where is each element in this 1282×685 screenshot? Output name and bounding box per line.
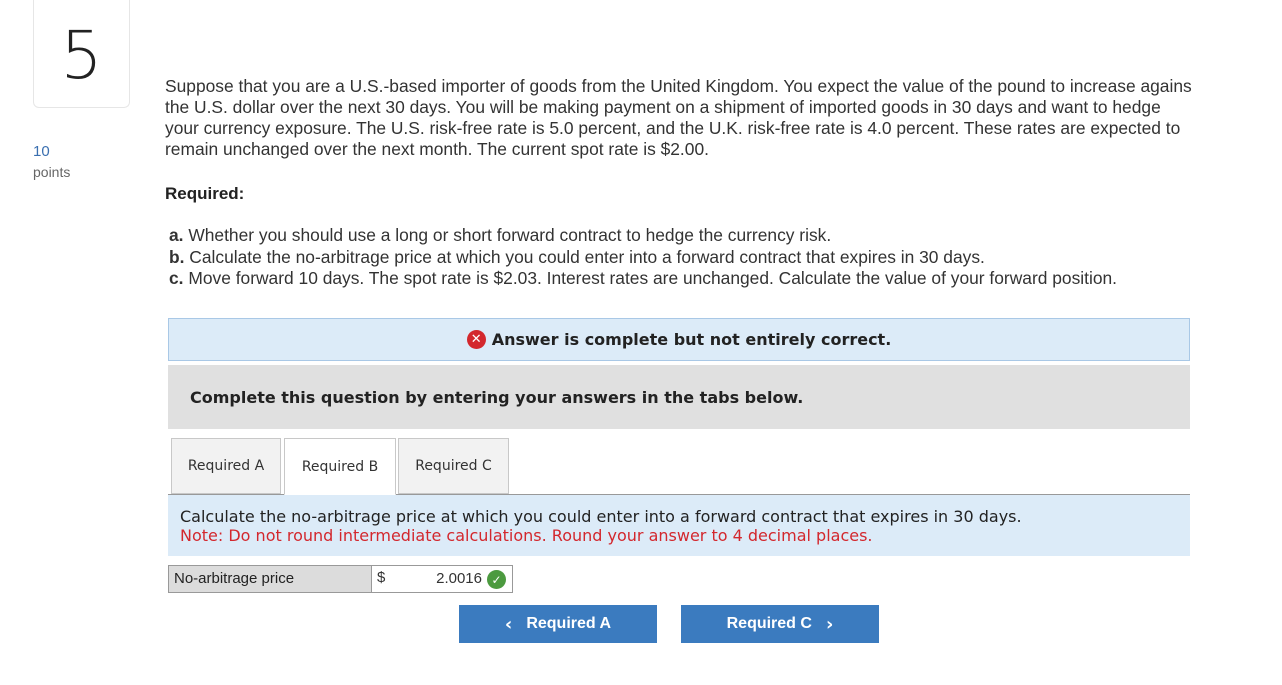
required-heading: Required:: [165, 184, 245, 203]
requirement-text: Calculate the no-arbitrage price at whic…: [184, 246, 985, 267]
panel-note: Note: Do not round intermediate calculat…: [180, 526, 873, 545]
currency-symbol: $: [377, 569, 386, 586]
next-button-label: Required C: [726, 615, 812, 632]
requirement-item: c. Move forward 10 days. The spot rate i…: [169, 268, 1117, 290]
previous-button-label: Required A: [526, 615, 612, 632]
tab-label: Required C: [415, 458, 492, 474]
panel-instruction: Calculate the no-arbitrage price at whic…: [180, 507, 1022, 526]
requirement-item: a. Whether you should use a long or shor…: [169, 225, 1117, 247]
question-text: Suppose that you are a U.S.-based import…: [165, 76, 1282, 160]
question-number-box: 5: [33, 0, 130, 108]
answer-label: No-arbitrage price: [168, 565, 372, 593]
question-line: Suppose that you are a U.S.-based import…: [165, 76, 1192, 96]
x-circle-icon: ✕: [466, 330, 486, 349]
points-label: points: [33, 164, 71, 180]
instructions-text: Complete this question by entering your …: [190, 387, 804, 407]
tab-label: Required B: [301, 458, 379, 475]
feedback-banner: ✕ Answer is complete but not entirely co…: [168, 318, 1190, 361]
requirement-letter: a.: [169, 225, 184, 245]
requirements-list: a. Whether you should use a long or shor…: [169, 225, 1117, 290]
check-circle-icon: ✓: [487, 570, 506, 589]
requirement-letter: b.: [169, 246, 185, 267]
question-page: 5 10 points Suppose that you are a U.S.-…: [0, 0, 1282, 685]
chevron-right-icon: ›: [825, 613, 834, 635]
chevron-left-icon: ‹: [504, 613, 513, 635]
requirement-text: Move forward 10 days. The spot rate is $…: [183, 268, 1118, 288]
question-line: the U.S. dollar over the next 30 days. Y…: [165, 97, 1161, 117]
question-line: remain unchanged over the next month. Th…: [165, 139, 709, 159]
requirement-item: b. Calculate the no-arbitrage price at w…: [169, 247, 1117, 269]
requirement-letter: c.: [169, 268, 184, 288]
tab-required-a[interactable]: Required A: [171, 438, 281, 494]
tab-label: Required A: [187, 458, 265, 474]
answer-value: 2.0016: [436, 570, 482, 587]
points-value: 10: [33, 143, 50, 160]
tab-panel: Calculate the no-arbitrage price at whic…: [168, 495, 1190, 556]
requirement-text: Whether you should use a long or short f…: [183, 225, 832, 245]
question-number: 5: [60, 16, 103, 94]
next-tab-button[interactable]: Required C ›: [681, 605, 879, 643]
tab-required-c[interactable]: Required C: [398, 438, 509, 494]
question-line: your currency exposure. The U.S. risk-fr…: [165, 118, 1181, 138]
feedback-text: Answer is complete but not entirely corr…: [491, 330, 892, 349]
instructions-box: Complete this question by entering your …: [168, 365, 1190, 429]
tab-required-b[interactable]: Required B: [284, 438, 396, 495]
answer-input[interactable]: $ 2.0016 ✓: [372, 565, 513, 593]
previous-tab-button[interactable]: ‹ Required A: [459, 605, 657, 643]
